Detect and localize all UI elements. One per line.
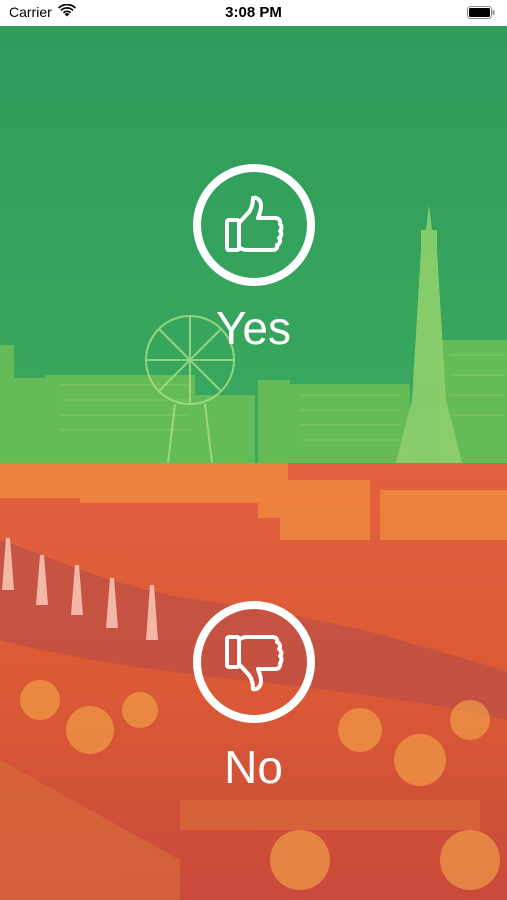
no-button[interactable] [193, 601, 315, 723]
app-screen: Carrier 3:08 PM Yes No [0, 0, 507, 900]
battery-icon [467, 6, 495, 24]
no-label: No [224, 741, 283, 793]
thumbs-up-icon [225, 195, 284, 252]
yes-label: Yes [215, 302, 292, 354]
no-choice-panel[interactable]: No [0, 463, 507, 900]
thumbs-down-icon [225, 635, 284, 692]
yes-choice-panel[interactable]: Yes [0, 26, 507, 463]
yes-button[interactable] [193, 164, 315, 286]
status-bar: Carrier 3:08 PM [0, 0, 507, 26]
status-time: 3:08 PM [225, 4, 282, 21]
